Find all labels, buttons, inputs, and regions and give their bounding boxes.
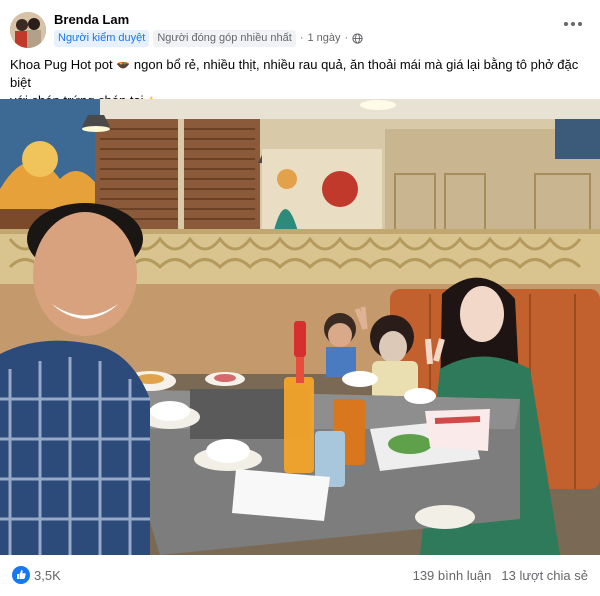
post-text-line1: Khoa Pug Hot pot [10, 57, 113, 72]
comments-count-link[interactable]: 139 bình luận [413, 568, 492, 583]
post-photo[interactable] [0, 99, 600, 555]
author-meta: Người kiểm duyệt Người đóng góp nhiều nh… [54, 29, 363, 47]
reaction-count[interactable]: 3,5K [34, 568, 61, 583]
author-name[interactable]: Brenda Lam [54, 12, 129, 27]
hotpot-emoji-icon [117, 61, 130, 69]
meta-separator: · [299, 32, 304, 44]
more-icon [564, 22, 568, 26]
like-reaction-icon[interactable] [12, 566, 30, 584]
restaurant-photo [0, 99, 600, 555]
moderator-badge[interactable]: Người kiểm duyệt [54, 29, 150, 47]
top-contributor-badge[interactable]: Người đóng góp nhiều nhất [153, 29, 296, 47]
more-dot [578, 22, 582, 26]
globe-icon [352, 32, 363, 44]
more-dot [571, 22, 575, 26]
meta-separator-2: · [344, 32, 349, 44]
post-stats: 139 bình luận 13 lượt chia sẻ [413, 568, 588, 583]
more-options-button[interactable] [560, 18, 586, 30]
post-header: Brenda Lam Người kiểm duyệt Người đóng g… [0, 0, 600, 56]
post-timestamp[interactable]: 1 ngày [307, 32, 340, 44]
shares-count-link[interactable]: 13 lượt chia sẻ [501, 568, 588, 583]
facebook-post: Brenda Lam Người kiểm duyệt Người đóng g… [0, 0, 600, 596]
avatar[interactable] [10, 12, 46, 48]
post-footer: 3,5K 139 bình luận 13 lượt chia sẻ [0, 556, 600, 596]
